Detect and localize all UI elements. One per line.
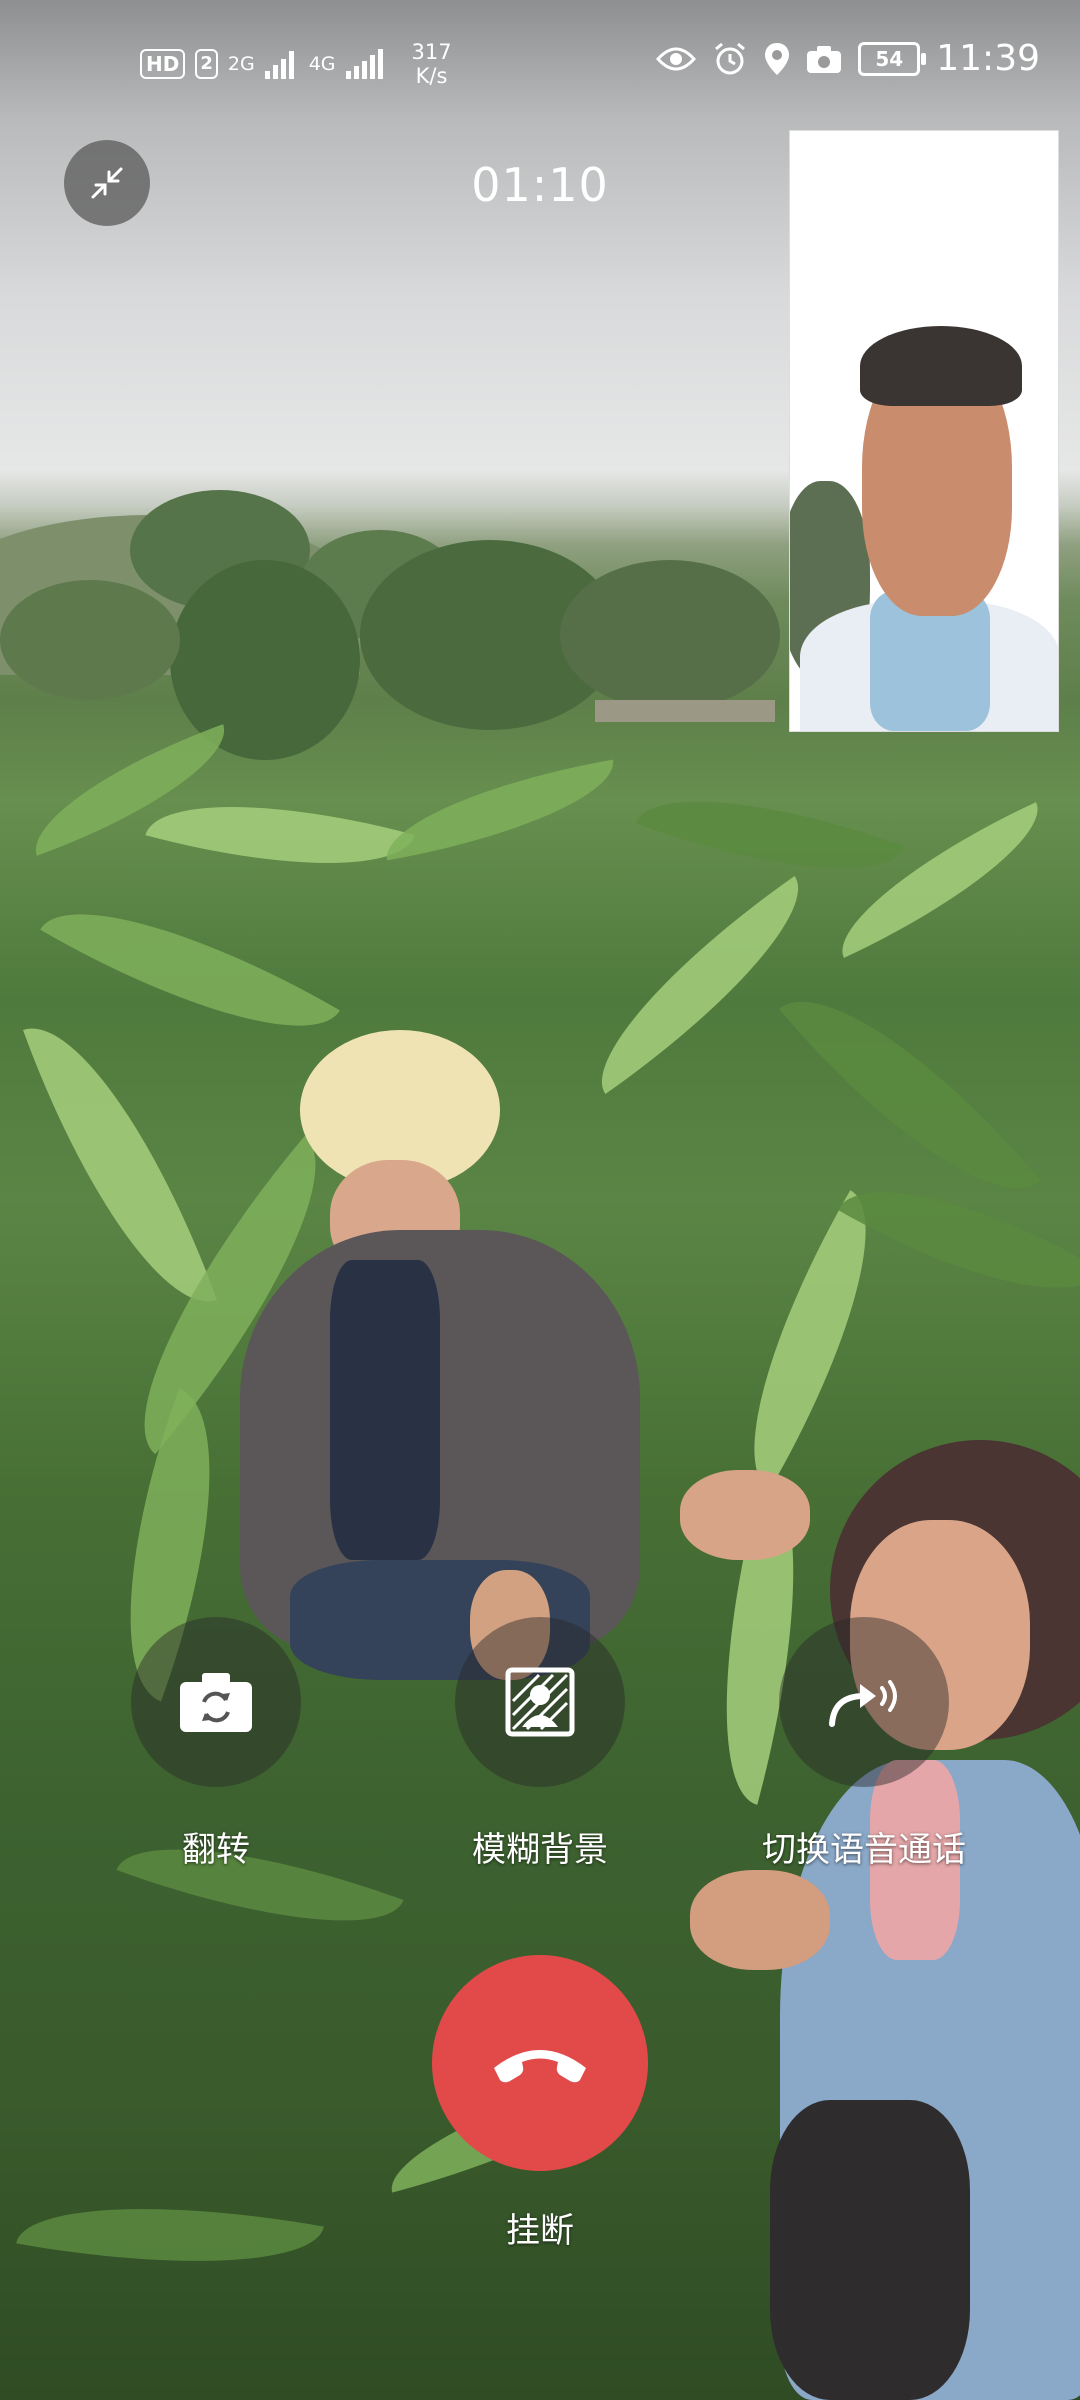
flip-camera-button[interactable] <box>131 1617 301 1787</box>
battery-level: 54 <box>875 46 904 71</box>
eye-icon <box>656 47 697 70</box>
network-speed-value: 317 <box>411 40 452 64</box>
hangup-phone-icon <box>494 2050 586 2083</box>
battery-indicator: 54 <box>858 41 927 76</box>
switch-voice-call-button[interactable] <box>779 1617 949 1787</box>
hangup-button[interactable] <box>432 1955 648 2171</box>
alarm-icon <box>715 42 746 74</box>
blur-background-button[interactable] <box>455 1617 625 1787</box>
location-icon <box>765 42 790 75</box>
flip-camera-icon <box>180 1673 252 1732</box>
pip-hair <box>860 326 1022 406</box>
network-2g-label: 2G <box>227 53 255 75</box>
sim-badge: 2 <box>195 49 218 79</box>
status-bar: HD 2 2G 4G 317 K/s 54 11:39 <box>0 0 1080 130</box>
flip-camera-label: 翻转 <box>182 1830 250 1870</box>
status-left: HD 2 2G 4G 317 K/s <box>140 40 452 88</box>
video-call-screen: HD 2 2G 4G 317 K/s 54 11:39 01:10 翻转 模糊背… <box>0 0 1080 2400</box>
local-video-preview[interactable] <box>789 130 1059 732</box>
clock-time: 11:39 <box>936 38 1040 79</box>
signal-icon <box>264 51 294 79</box>
switch-voice-icon <box>829 1680 897 1727</box>
signal-icon <box>345 49 383 79</box>
blur-background-icon <box>505 1667 575 1737</box>
camera-icon <box>807 45 842 73</box>
network-speed: 317 K/s <box>412 40 452 88</box>
hangup-label: 挂断 <box>506 2211 574 2251</box>
status-right: 54 11:39 <box>656 38 1040 79</box>
network-speed-unit: K/s <box>415 64 448 88</box>
hd-badge: HD <box>140 49 186 79</box>
network-4g-label: 4G <box>308 53 336 75</box>
blur-background-label: 模糊背景 <box>472 1830 608 1870</box>
switch-voice-call-label: 切换语音通话 <box>762 1830 966 1870</box>
